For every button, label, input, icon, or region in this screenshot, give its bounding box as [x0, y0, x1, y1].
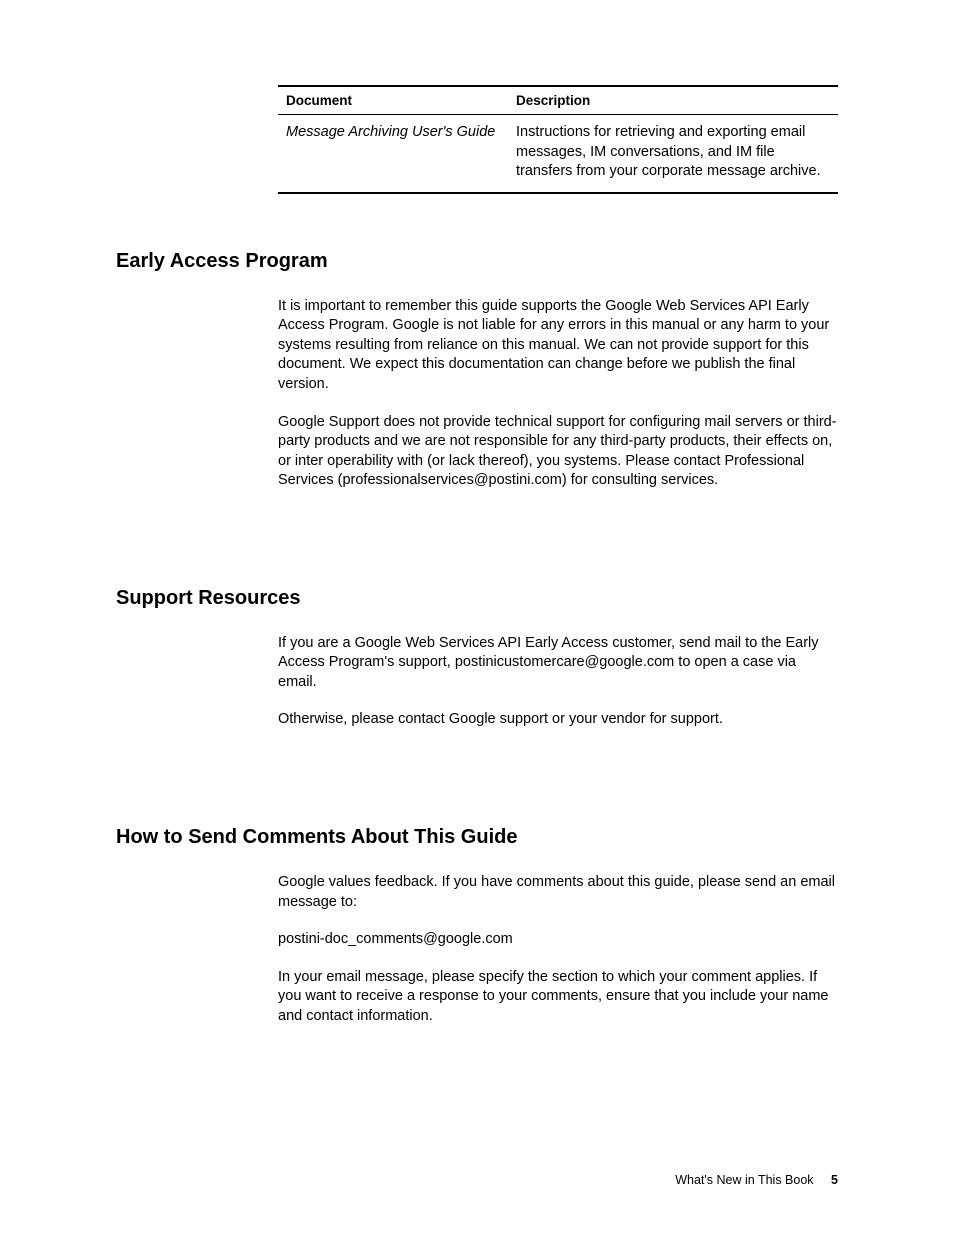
body-early-access: It is important to remember this guide s… [278, 297, 838, 491]
paragraph: Google values feedback. If you have comm… [278, 873, 838, 912]
table-header-row: Document Description [278, 86, 838, 115]
table-header-description: Description [508, 86, 838, 115]
paragraph: If you are a Google Web Services API Ear… [278, 634, 838, 693]
paragraph-email: postini-doc_comments@google.com [278, 930, 838, 950]
page-footer: What's New in This Book 5 [675, 1173, 838, 1187]
body-support-resources: If you are a Google Web Services API Ear… [278, 634, 838, 730]
document-page: Document Description Message Archiving U… [0, 0, 954, 1235]
heading-early-access: Early Access Program [116, 250, 838, 273]
footer-page-number: 5 [831, 1173, 838, 1187]
table-header-document: Document [278, 86, 508, 115]
paragraph: It is important to remember this guide s… [278, 297, 838, 395]
table-cell-description: Instructions for retrieving and exportin… [508, 115, 838, 193]
body-comments: Google values feedback. If you have comm… [278, 873, 838, 1026]
table-cell-document: Message Archiving User's Guide [278, 115, 508, 193]
paragraph: In your email message, please specify th… [278, 968, 838, 1027]
paragraph: Google Support does not provide technica… [278, 413, 838, 491]
heading-support-resources: Support Resources [116, 587, 838, 610]
paragraph: Otherwise, please contact Google support… [278, 710, 838, 730]
heading-comments: How to Send Comments About This Guide [116, 826, 838, 849]
footer-title: What's New in This Book [675, 1173, 813, 1187]
table-row: Message Archiving User's Guide Instructi… [278, 115, 838, 193]
documents-table: Document Description Message Archiving U… [278, 85, 838, 194]
